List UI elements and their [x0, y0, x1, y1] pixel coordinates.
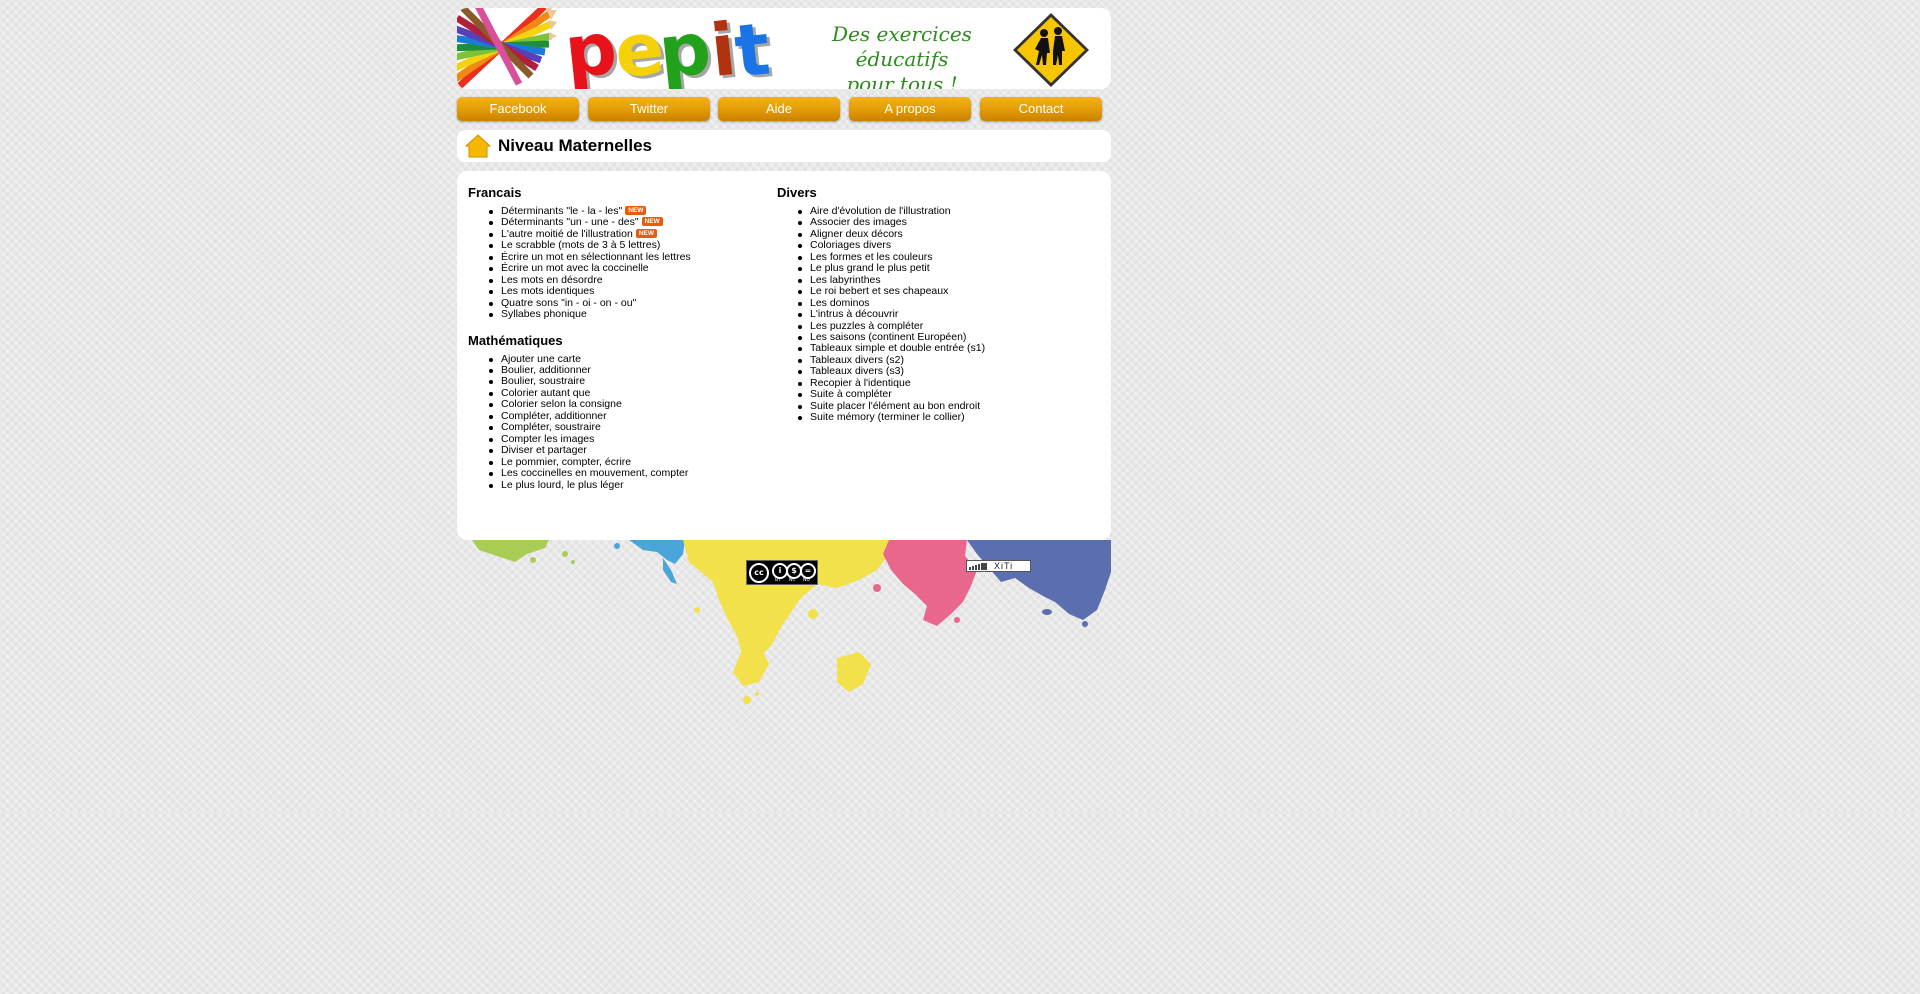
xiti-label: XiTi: [994, 561, 1014, 571]
exercise-link[interactable]: Compléter, additionner: [501, 410, 607, 422]
new-badge: NEW: [635, 228, 657, 238]
exercise-catalog: Francais Déterminants "le - la - les" NEW…: [457, 171, 1111, 540]
splash-green: [472, 540, 575, 564]
category-title-maths: Mathématiques: [468, 332, 563, 348]
exercise-link[interactable]: Compter les images: [501, 433, 594, 445]
home-icon[interactable]: [465, 134, 491, 158]
nav-aide-button[interactable]: Aide: [718, 97, 840, 121]
exercise-link[interactable]: Tableaux simple et double entrée (s1): [810, 342, 985, 354]
exercise-link[interactable]: L'intrus à découvrir: [810, 308, 898, 320]
exercise-link[interactable]: Compléter, soustraire: [501, 421, 601, 433]
xiti-badge[interactable]: XiTi: [966, 560, 1031, 572]
exercise-link[interactable]: Déterminants "un - une - des": [501, 216, 639, 228]
pepit-logo: p e p i t: [561, 8, 785, 89]
exercise-link[interactable]: Les mots identiques: [501, 285, 594, 297]
nav-apropos-button[interactable]: A propos: [849, 97, 971, 121]
creative-commons-badge[interactable]: cc i $ = BY NC ND: [746, 560, 818, 585]
new-badge: NEW: [625, 206, 647, 215]
exercise-link[interactable]: Les mots en désordre: [501, 274, 603, 286]
exercise-link[interactable]: Le pommier, compter, écrire: [501, 456, 631, 468]
exercise-link[interactable]: Le plus grand le plus petit: [810, 262, 930, 274]
exercise-link[interactable]: Écrire un mot en sélectionnant les lettr…: [501, 251, 691, 263]
exercise-list-francais: Déterminants "le - la - les" NEW Détermina…: [468, 205, 768, 321]
tagline: Des exercices éducatifs pour tous !: [797, 22, 1007, 89]
main-nav: Facebook Twitter Aide A propos Contact: [457, 97, 1111, 121]
exercise-link[interactable]: Recopier à l'identique: [810, 377, 911, 389]
tagline-line-1: Des exercices éducatifs: [832, 22, 972, 71]
cc-nd-icon: =: [800, 563, 816, 579]
cc-by-label: BY: [775, 578, 781, 583]
exercise-list-maths: Ajouter une carte Boulier, additionner Bou…: [468, 353, 768, 491]
cc-nc-label: NC: [789, 578, 796, 583]
exercise-item: Suite mémory (terminer le collier): [798, 411, 1097, 423]
exercise-list-divers: Aire d'évolution de l'illustration Associ…: [777, 205, 1097, 424]
right-column: Divers Aire d'évolution de l'illustratio…: [777, 185, 1097, 424]
nav-contact-button[interactable]: Contact: [980, 97, 1102, 121]
exercise-link[interactable]: Boulier, soustraire: [501, 375, 585, 387]
exercise-link[interactable]: Les saisons (continent Européen): [810, 331, 966, 343]
colored-pencils-image: [457, 8, 557, 89]
exercise-link[interactable]: Les dominos: [810, 297, 870, 309]
exercise-link[interactable]: Boulier, additionner: [501, 364, 591, 376]
logo-letter-p2: p: [654, 8, 715, 89]
left-column: Francais Déterminants "le - la - les" NEW…: [468, 185, 768, 491]
page-title: Niveau Maternelles: [498, 136, 653, 155]
exercise-item: Le plus lourd, le plus léger: [489, 479, 768, 491]
exercise-item: Syllabes phonique: [489, 308, 768, 320]
category-title-francais: Francais: [468, 185, 522, 200]
cc-logo-icon: cc: [749, 563, 769, 583]
exercise-link[interactable]: Ajouter une carte: [501, 353, 581, 365]
exercise-link[interactable]: Le plus lourd, le plus léger: [501, 479, 624, 491]
exercise-link[interactable]: Les formes et les couleurs: [810, 251, 933, 263]
exercise-link[interactable]: Les labyrinthes: [810, 274, 881, 286]
cc-nd-label: ND: [803, 578, 810, 583]
exercise-link[interactable]: Coloriages divers: [810, 239, 891, 251]
exercise-link[interactable]: Déterminants "le - la - les": [501, 205, 622, 217]
exercise-link[interactable]: Associer des images: [810, 216, 907, 228]
exercise-link[interactable]: Tableaux divers (s3): [810, 365, 904, 377]
category-title-divers: Divers: [777, 185, 817, 200]
exercise-link[interactable]: L'autre moitié de l'illustration: [501, 228, 633, 240]
exercise-link[interactable]: Colorier selon la consigne: [501, 398, 622, 410]
exercise-link[interactable]: Les coccinelles en mouvement, compter: [501, 467, 688, 479]
nav-facebook-button[interactable]: Facebook: [457, 97, 579, 121]
exercise-link[interactable]: Les puzzles à compléter: [810, 320, 923, 332]
page-title-bar: Niveau Maternelles: [457, 130, 1111, 162]
exercise-link[interactable]: Le roi bebert et ses chapeaux: [810, 285, 948, 297]
exercise-link[interactable]: Quatre sons "in - oi - on - ou": [501, 297, 636, 309]
exercise-link[interactable]: Écrire un mot avec la coccinelle: [501, 262, 649, 274]
school-crossing-sign-icon: [1013, 13, 1089, 87]
exercise-link[interactable]: Suite à compléter: [810, 388, 892, 400]
exercise-link[interactable]: Le scrabble (mots de 3 à 5 lettres): [501, 239, 660, 251]
xiti-bars-icon: [969, 563, 987, 570]
exercise-link[interactable]: Suite mémory (terminer le collier): [810, 411, 965, 423]
exercise-link[interactable]: Aligner deux décors: [810, 228, 903, 240]
exercise-link[interactable]: Aire d'évolution de l'illustration: [810, 205, 951, 217]
logo-letter-t: t: [730, 8, 774, 89]
exercise-link[interactable]: Syllabes phonique: [501, 308, 587, 320]
exercise-link[interactable]: Tableaux divers (s2): [810, 354, 904, 366]
nav-twitter-button[interactable]: Twitter: [588, 97, 710, 121]
exercise-link[interactable]: Colorier autant que: [501, 387, 590, 399]
splash-blue-light: [614, 540, 685, 584]
splash-pink: [873, 540, 977, 626]
new-badge: NEW: [641, 217, 663, 227]
site-banner[interactable]: p e p i t Des exercices éducatifs pour t…: [457, 8, 1111, 89]
exercise-link[interactable]: Suite placer l'élément au bon endroit: [810, 400, 980, 412]
exercise-link[interactable]: Diviser et partager: [501, 444, 587, 456]
tagline-line-2: pour tous !: [846, 72, 958, 89]
splash-blue-dark: [967, 540, 1111, 627]
